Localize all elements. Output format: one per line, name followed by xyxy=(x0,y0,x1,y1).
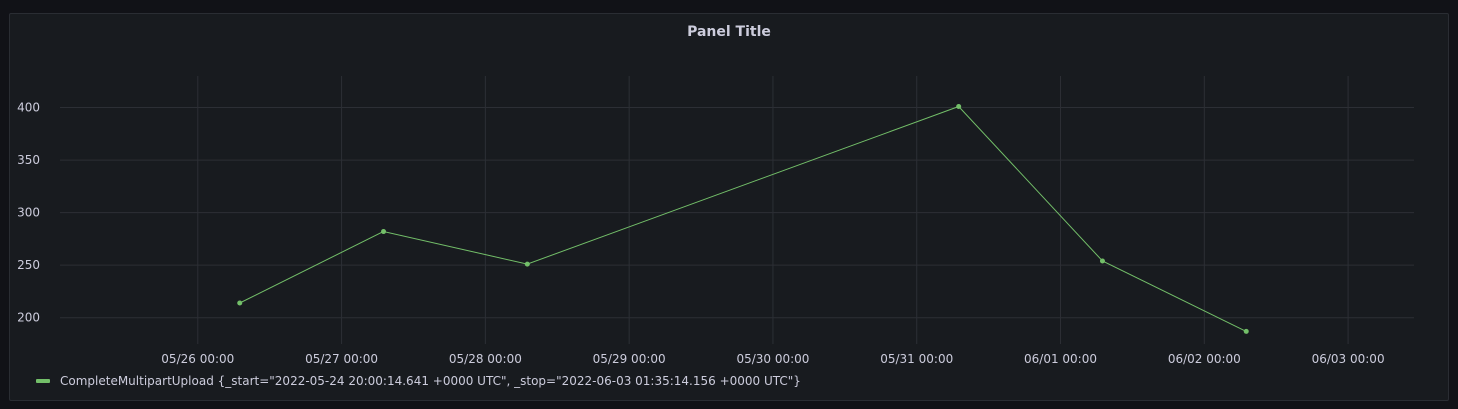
chart-panel: Panel Title 200 250 300 350 400 05/26 00:00 0… xyxy=(9,13,1449,401)
x-tick-label: 05/26 00:00 xyxy=(161,352,234,366)
data-point[interactable] xyxy=(524,261,530,267)
series-layer xyxy=(237,103,1249,334)
x-tick-label: 06/03 00:00 xyxy=(1312,352,1385,366)
x-tick-label: 05/30 00:00 xyxy=(736,352,809,366)
data-point[interactable] xyxy=(956,103,962,109)
y-tick-label: 200 xyxy=(17,311,40,325)
y-tick-label: 350 xyxy=(17,153,40,167)
x-tick-label: 05/28 00:00 xyxy=(449,352,522,366)
line-chart: 200250300350400 05/26 00:00 05/27 00:00 05… xyxy=(17,76,1414,366)
legend[interactable]: CompleteMultipartUpload {_start="2022-05… xyxy=(36,374,801,388)
x-tick-label: 05/31 00:00 xyxy=(880,352,953,366)
y-tick-label: 300 xyxy=(17,206,40,220)
legend-label[interactable]: CompleteMultipartUpload {_start="2022-05… xyxy=(60,374,801,388)
legend-swatch xyxy=(36,379,50,383)
data-point[interactable] xyxy=(1243,328,1249,334)
x-tick-label: 06/02 00:00 xyxy=(1168,352,1241,366)
data-point[interactable] xyxy=(1099,258,1105,264)
data-point[interactable] xyxy=(237,300,243,306)
x-axis: 05/26 00:00 05/27 00:00 05/28 00:00 05/29 0… xyxy=(161,352,1384,366)
grid-layer xyxy=(60,76,1414,344)
series-line[interactable] xyxy=(239,105,1247,332)
x-tick-label: 05/29 00:00 xyxy=(593,352,666,366)
data-point[interactable] xyxy=(381,229,387,235)
x-tick-label: 06/01 00:00 xyxy=(1024,352,1097,366)
y-tick-label: 400 xyxy=(17,101,40,115)
y-axis: 200 250 300 350 400 xyxy=(17,101,40,325)
y-tick-label: 250 xyxy=(17,258,40,272)
x-tick-label: 05/27 00:00 xyxy=(305,352,378,366)
